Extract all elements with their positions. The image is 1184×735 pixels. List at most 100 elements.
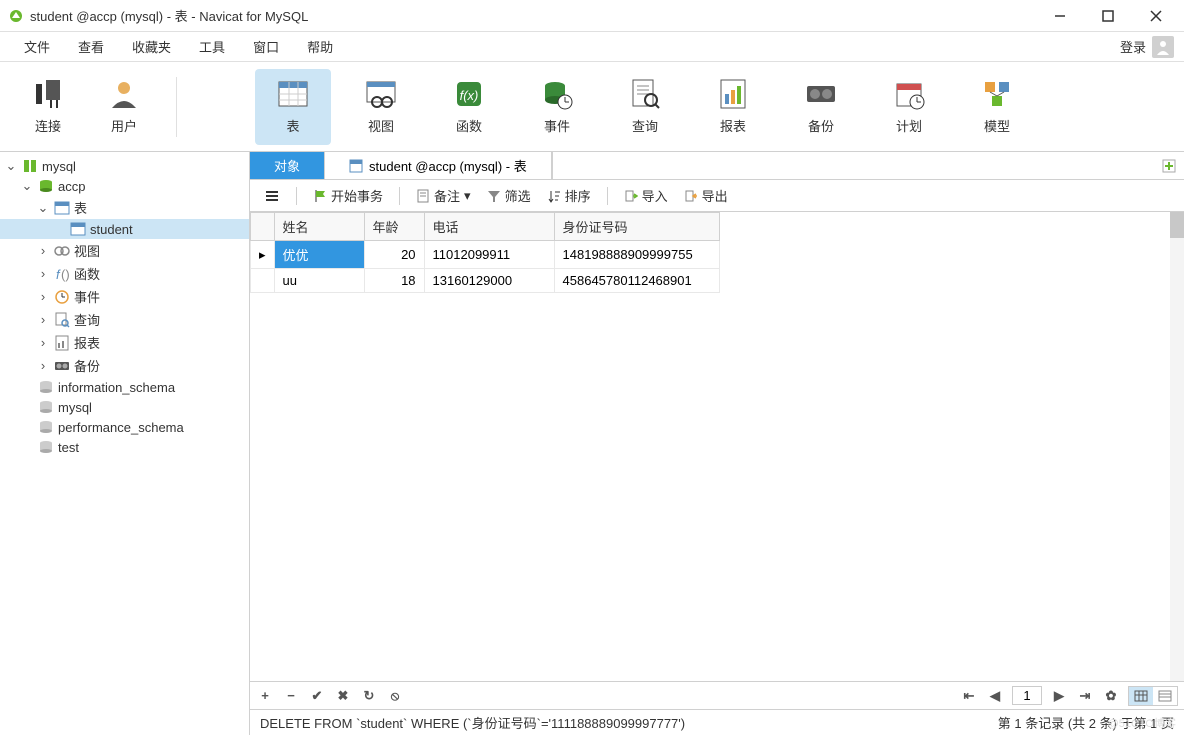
cell-idno[interactable]: 148198888909999755: [554, 241, 719, 269]
next-page-button[interactable]: ▶: [1050, 687, 1068, 705]
chevron-down-icon[interactable]: ⌄: [36, 201, 50, 215]
chevron-right-icon[interactable]: ›: [36, 313, 50, 327]
tree-item-events[interactable]: › 事件: [0, 285, 249, 308]
tree-item-information-schema[interactable]: information_schema: [0, 377, 249, 397]
page-input[interactable]: [1012, 686, 1042, 705]
toolbar-event-label: 事件: [544, 116, 570, 135]
chevron-down-icon[interactable]: ⌄: [4, 159, 18, 173]
tree-item-mysql[interactable]: ⌄ mysql: [0, 156, 249, 176]
user-icon: [108, 78, 140, 110]
menu-window[interactable]: 窗口: [239, 33, 293, 60]
toolbar-event-button[interactable]: 事件: [519, 69, 595, 145]
status-sql: DELETE FROM `student` WHERE (`身份证号码`='11…: [260, 713, 998, 732]
toolbar-view-button[interactable]: 视图: [343, 69, 419, 145]
svg-text:(): (): [61, 267, 70, 282]
close-button[interactable]: [1146, 6, 1166, 26]
stop-button[interactable]: ⦸: [386, 687, 404, 705]
cell-age[interactable]: 18: [364, 269, 424, 293]
tree-item-tables[interactable]: ⌄ 表: [0, 196, 249, 219]
column-header-age[interactable]: 年龄: [364, 213, 424, 241]
menu-button[interactable]: [258, 187, 286, 205]
toolbar-table-label: 表: [286, 116, 299, 135]
toolbar-table-button[interactable]: 表: [255, 69, 331, 145]
menu-help[interactable]: 帮助: [293, 33, 347, 60]
toolbar-report-button[interactable]: 报表: [695, 69, 771, 145]
toolbar-model-button[interactable]: 模型: [959, 69, 1035, 145]
flag-icon: [313, 189, 327, 203]
tree-item-functions[interactable]: › f() 函数: [0, 262, 249, 285]
add-tab-button[interactable]: [1154, 152, 1184, 179]
toolbar-backup-button[interactable]: 备份: [783, 69, 859, 145]
filter-button[interactable]: 筛选: [481, 184, 537, 207]
chevron-down-icon[interactable]: ⌄: [20, 179, 34, 193]
import-button[interactable]: 导入: [618, 184, 674, 207]
refresh-button[interactable]: ↻: [360, 687, 378, 705]
tree-item-performance-schema[interactable]: performance_schema: [0, 417, 249, 437]
tab-search-field[interactable]: [552, 152, 1154, 179]
first-page-button[interactable]: ⇤: [960, 687, 978, 705]
cell-phone[interactable]: 13160129000: [424, 269, 554, 293]
memo-button[interactable]: 备注 ▾: [410, 184, 477, 207]
cell-idno[interactable]: 458645780112468901: [554, 269, 719, 293]
column-header-idno[interactable]: 身份证号码: [554, 213, 719, 241]
menu-tools[interactable]: 工具: [185, 33, 239, 60]
toolbar-query-label: 查询: [632, 116, 658, 135]
cell-phone[interactable]: 11012099911: [424, 241, 554, 269]
scrollbar-thumb[interactable]: [1170, 212, 1184, 238]
chevron-right-icon[interactable]: ›: [36, 336, 50, 350]
prev-page-button[interactable]: ◀: [986, 687, 1004, 705]
user-avatar-icon[interactable]: [1152, 36, 1174, 58]
cell-name[interactable]: uu: [274, 269, 364, 293]
column-header-phone[interactable]: 电话: [424, 213, 554, 241]
chevron-right-icon[interactable]: ›: [36, 244, 50, 258]
add-record-button[interactable]: +: [256, 687, 274, 705]
tree-item-views[interactable]: › 视图: [0, 239, 249, 262]
tree-item-student[interactable]: student: [0, 219, 249, 239]
cancel-button[interactable]: ✖: [334, 687, 352, 705]
connection-icon: [22, 158, 38, 174]
delete-record-button[interactable]: −: [282, 687, 300, 705]
tree-item-mysql-db[interactable]: mysql: [0, 397, 249, 417]
tree-item-reports[interactable]: › 报表: [0, 331, 249, 354]
table-row[interactable]: uu 18 13160129000 458645780112468901: [251, 269, 720, 293]
login-link[interactable]: 登录: [1120, 37, 1146, 56]
chevron-right-icon[interactable]: ›: [36, 267, 50, 281]
vertical-scrollbar[interactable]: [1170, 212, 1184, 681]
tab-student[interactable]: student @accp (mysql) - 表: [325, 152, 552, 179]
maximize-button[interactable]: [1098, 6, 1118, 26]
database-icon: [38, 399, 54, 415]
menu-file[interactable]: 文件: [10, 33, 64, 60]
toolbar-connect-button[interactable]: 连接: [10, 69, 86, 145]
tree-item-queries[interactable]: › 查询: [0, 308, 249, 331]
menu-view[interactable]: 查看: [64, 33, 118, 60]
chevron-right-icon[interactable]: ›: [36, 290, 50, 304]
tree-item-backups[interactable]: › 备份: [0, 354, 249, 377]
table-icon: [277, 78, 309, 110]
tree-label: 函数: [74, 264, 100, 283]
last-page-button[interactable]: ⇥: [1076, 687, 1094, 705]
toolbar-function-button[interactable]: f(x) 函数: [431, 69, 507, 145]
table-row[interactable]: ▸ 优优 20 11012099911 148198888909999755: [251, 241, 720, 269]
settings-button[interactable]: ✿: [1102, 687, 1120, 705]
tab-object[interactable]: 对象: [250, 152, 325, 179]
chevron-right-icon[interactable]: ›: [36, 359, 50, 373]
form-view-button[interactable]: [1153, 687, 1177, 705]
toolbar-user-button[interactable]: 用户: [86, 69, 162, 145]
begin-transaction-button[interactable]: 开始事务: [307, 184, 389, 207]
toolbar-query-button[interactable]: 查询: [607, 69, 683, 145]
toolbar-plan-label: 计划: [896, 116, 922, 135]
export-button[interactable]: 导出: [678, 184, 734, 207]
app-icon: [8, 8, 24, 24]
tree-item-accp[interactable]: ⌄ accp: [0, 176, 249, 196]
menu-favorites[interactable]: 收藏夹: [118, 33, 185, 60]
cell-age[interactable]: 20: [364, 241, 424, 269]
tree-item-test[interactable]: test: [0, 437, 249, 457]
cell-name[interactable]: 优优: [274, 241, 364, 269]
sort-button[interactable]: 排序: [541, 184, 597, 207]
commit-button[interactable]: ✔: [308, 687, 326, 705]
toolbar-plan-button[interactable]: 计划: [871, 69, 947, 145]
database-icon: [38, 439, 54, 455]
minimize-button[interactable]: [1050, 6, 1070, 26]
column-header-name[interactable]: 姓名: [274, 213, 364, 241]
grid-view-button[interactable]: [1129, 687, 1153, 705]
